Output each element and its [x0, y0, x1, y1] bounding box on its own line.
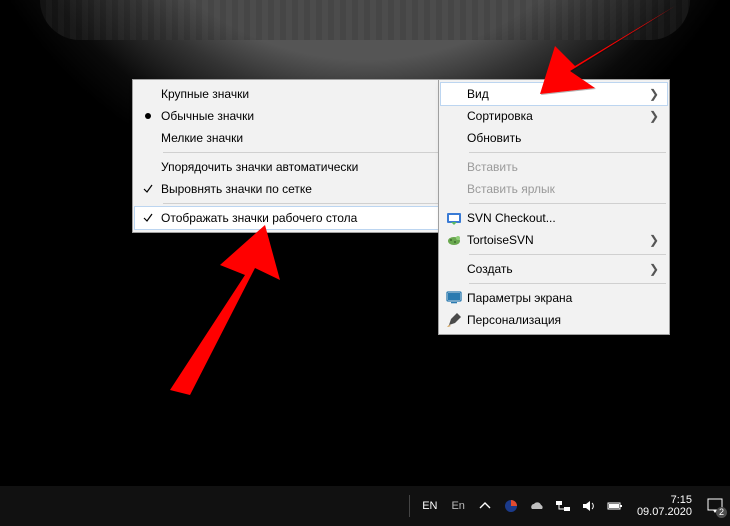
taskbar[interactable]: EN En 7:15 09.07.2020 2: [0, 486, 730, 526]
system-tray: EN En 7:15 09.07.2020 2: [409, 486, 730, 526]
submenu-arrow-icon: ❯: [649, 87, 659, 101]
menu-item-display-settings[interactable]: Параметры экрана: [441, 287, 667, 309]
check-icon: [143, 184, 153, 194]
submenu-arrow-icon: ❯: [649, 262, 659, 276]
check-gutter: [135, 184, 161, 194]
menu-label: TortoiseSVN: [467, 233, 649, 247]
icon-gutter: [441, 312, 467, 328]
display-settings-icon: [446, 290, 462, 306]
menu-item-sort[interactable]: Сортировка ❯: [441, 105, 667, 127]
menu-label: Мелкие значки: [161, 131, 433, 145]
menu-separator: [163, 203, 440, 204]
tray-app-icon[interactable]: [503, 498, 519, 514]
icon-gutter: [441, 290, 467, 306]
menu-label: SVN Checkout...: [467, 211, 659, 225]
svn-checkout-icon: [446, 210, 462, 226]
menu-label: Сортировка: [467, 109, 649, 123]
menu-item-paste-shortcut[interactable]: Вставить ярлык: [441, 178, 667, 200]
tray-battery-icon[interactable]: [607, 498, 623, 514]
tray-chevron-up-icon[interactable]: [477, 498, 493, 514]
bullet-icon: [145, 113, 151, 119]
radio-gutter: [135, 113, 161, 119]
icon-gutter: [441, 210, 467, 226]
menu-separator: [469, 203, 666, 204]
menu-label: Вставить ярлык: [467, 182, 659, 196]
action-center-icon[interactable]: 2: [706, 497, 724, 515]
tray-onedrive-icon[interactable]: [529, 498, 545, 514]
desktop-context-menu: Вид ❯ Сортировка ❯ Обновить Вставить Вст…: [438, 79, 670, 335]
menu-item-new[interactable]: Создать ❯: [441, 258, 667, 280]
personalize-icon: [446, 312, 462, 328]
check-icon: [143, 213, 153, 223]
clock-date: 09.07.2020: [637, 506, 692, 518]
menu-item-large-icons[interactable]: Крупные значки: [135, 83, 441, 105]
menu-label: Отображать значки рабочего стола: [161, 211, 433, 225]
icon-gutter: [441, 232, 467, 248]
menu-label: Обычные значки: [161, 109, 433, 123]
menu-separator: [469, 152, 666, 153]
menu-item-personalize[interactable]: Персонализация: [441, 309, 667, 331]
menu-item-tortoisesvn[interactable]: TortoiseSVN ❯: [441, 229, 667, 251]
menu-label: Упорядочить значки автоматически: [161, 160, 433, 174]
taskbar-clock[interactable]: 7:15 09.07.2020: [633, 494, 696, 518]
menu-label: Параметры экрана: [467, 291, 659, 305]
menu-label: Создать: [467, 262, 649, 276]
annotation-arrow-bottom: [130, 220, 310, 400]
language-indicator-secondary[interactable]: En: [449, 500, 466, 512]
menu-item-svn-checkout[interactable]: SVN Checkout...: [441, 207, 667, 229]
menu-item-align-to-grid[interactable]: Выровнять значки по сетке: [135, 178, 441, 200]
wallpaper-detail: [40, 0, 690, 40]
menu-separator: [469, 283, 666, 284]
menu-item-small-icons[interactable]: Мелкие значки: [135, 127, 441, 149]
menu-item-show-desktop-icons[interactable]: Отображать значки рабочего стола: [135, 207, 441, 229]
menu-item-refresh[interactable]: Обновить: [441, 127, 667, 149]
tray-network-icon[interactable]: [555, 498, 571, 514]
menu-separator: [469, 254, 666, 255]
menu-item-view[interactable]: Вид ❯: [441, 83, 667, 105]
menu-item-paste[interactable]: Вставить: [441, 156, 667, 178]
menu-label: Обновить: [467, 131, 659, 145]
menu-item-auto-arrange[interactable]: Упорядочить значки автоматически: [135, 156, 441, 178]
tray-volume-icon[interactable]: [581, 498, 597, 514]
notification-badge: 2: [716, 507, 727, 518]
submenu-arrow-icon: ❯: [649, 109, 659, 123]
menu-item-medium-icons[interactable]: Обычные значки: [135, 105, 441, 127]
menu-label: Вставить: [467, 160, 659, 174]
language-indicator-primary[interactable]: EN: [420, 500, 439, 512]
tortoisesvn-icon: [446, 232, 462, 248]
menu-label: Вид: [467, 87, 649, 101]
submenu-arrow-icon: ❯: [649, 233, 659, 247]
tray-separator: [409, 495, 410, 517]
menu-label: Персонализация: [467, 313, 659, 327]
menu-label: Крупные значки: [161, 87, 433, 101]
check-gutter: [135, 213, 161, 223]
menu-separator: [163, 152, 440, 153]
menu-label: Выровнять значки по сетке: [161, 182, 433, 196]
view-submenu: Крупные значки Обычные значки Мелкие зна…: [132, 79, 444, 233]
desktop-background[interactable]: Крупные значки Обычные значки Мелкие зна…: [0, 0, 730, 526]
clock-time: 7:15: [671, 494, 692, 506]
